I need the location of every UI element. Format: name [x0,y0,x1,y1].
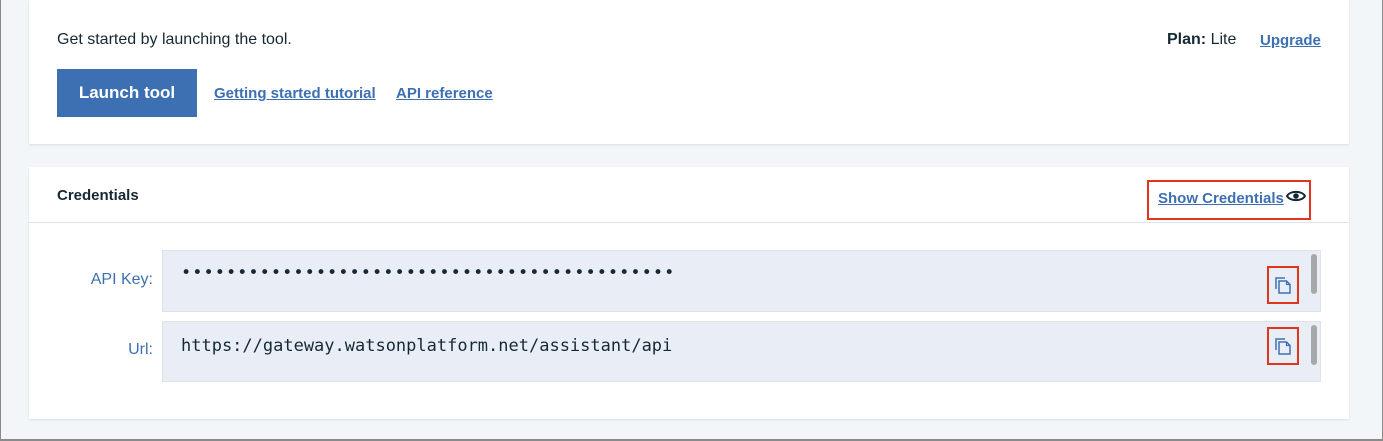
copy-api-key-button[interactable] [1267,266,1299,304]
api-key-field[interactable]: ••••••••••••••••••••••••••••••••••••••••… [162,250,1321,312]
copy-icon[interactable] [1274,337,1292,355]
show-credentials-label[interactable]: Show Credentials [1158,190,1284,207]
copy-url-button[interactable] [1267,327,1299,365]
intro-text: Get started by launching the tool. [57,31,292,48]
credentials-header: Credentials Show Credentials [29,167,1349,223]
url-label: Url: [128,341,153,358]
url-value[interactable]: https://gateway.watsonplatform.net/assis… [181,336,672,356]
api-reference-link[interactable]: API reference [396,85,493,102]
plan-value: Lite [1210,31,1237,48]
credentials-card: Credentials Show Credentials API Key: ••… [29,167,1349,419]
plan-label: Plan: [1167,31,1207,48]
credentials-title: Credentials [57,187,139,204]
plan-info: Plan: Lite [1167,31,1236,49]
copy-icon[interactable] [1274,276,1292,294]
launch-card: Get started by launching the tool. Plan:… [29,0,1349,144]
show-credentials-button[interactable]: Show Credentials [1147,180,1311,220]
getting-started-tutorial-link[interactable]: Getting started tutorial [214,85,376,102]
api-key-label: API Key: [90,271,153,288]
url-field[interactable]: https://gateway.watsonplatform.net/assis… [162,321,1321,382]
eye-icon[interactable] [1286,188,1306,204]
api-key-value[interactable]: ••••••••••••••••••••••••••••••••••••••••… [181,263,675,283]
upgrade-link[interactable]: Upgrade [1260,32,1321,49]
launch-tool-button[interactable]: Launch tool [57,69,197,117]
url-scrollbar[interactable] [1311,325,1317,365]
api-key-scrollbar[interactable] [1311,254,1317,294]
